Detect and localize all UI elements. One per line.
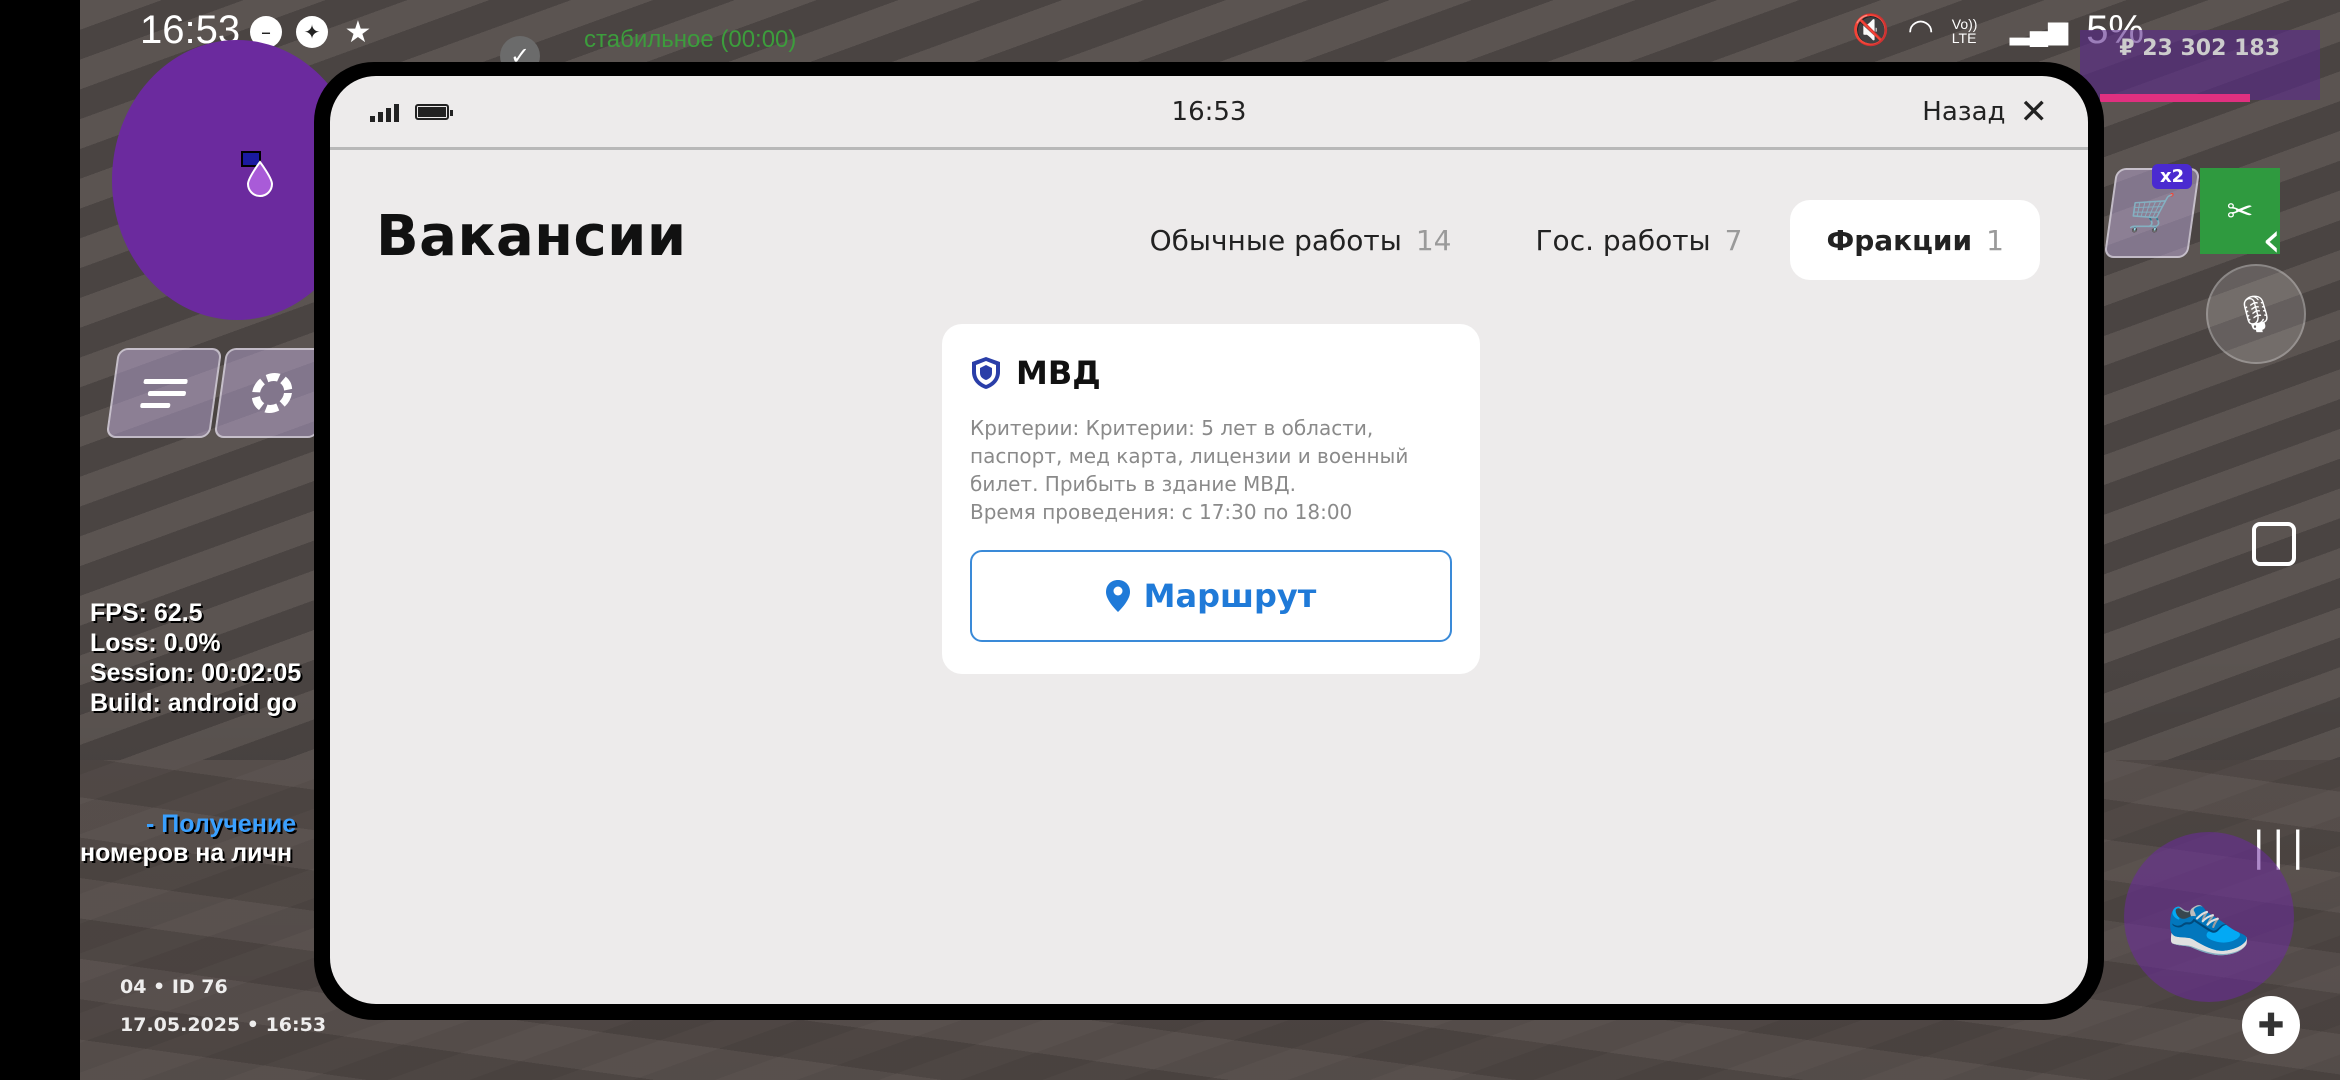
home-nav-button[interactable] bbox=[2252, 522, 2296, 566]
tab-label: Фракции bbox=[1826, 223, 1973, 257]
tab-gov-jobs[interactable]: Гос. работы 7 bbox=[1499, 200, 1778, 280]
tab-label: Обычные работы bbox=[1149, 223, 1402, 257]
build-readout: Build: android go bbox=[90, 689, 297, 717]
cell-signal-icon: ▂▄▆ bbox=[2009, 15, 2069, 45]
tab-count: 1 bbox=[1986, 223, 2004, 257]
game-launcher-icon: ✦ bbox=[296, 16, 328, 48]
card-schedule: Время проведения: с 17:30 по 18:00 bbox=[970, 500, 1353, 524]
tab-count: 14 bbox=[1415, 223, 1452, 257]
tab-label: Гос. работы bbox=[1535, 223, 1711, 257]
voice-button[interactable]: 🎙 bbox=[2206, 264, 2306, 364]
vacancy-card: МВД Критерии: Критерии: 5 лет в области,… bbox=[942, 324, 1480, 674]
fps-readout: FPS: 62.5 bbox=[90, 599, 203, 627]
tab-regular-jobs[interactable]: Обычные работы 14 bbox=[1114, 200, 1488, 280]
lte-label: Vo)) LTE bbox=[1951, 15, 1978, 46]
sprint-button[interactable]: 👟 bbox=[2124, 832, 2294, 1002]
rifle-icon: ✂ bbox=[2226, 192, 2254, 230]
session-readout: Session: 00:02:05 bbox=[90, 659, 302, 687]
notice-line-2: номеров на личн bbox=[80, 839, 293, 867]
card-criteria: Критерии: Критерии: 5 лет в области, пас… bbox=[970, 416, 1409, 496]
signal-icon bbox=[370, 102, 399, 122]
server-id: 04 • ID 76 bbox=[120, 976, 228, 998]
sneaker-icon: 👟 bbox=[2165, 875, 2253, 958]
notification-icons: – ✦ ★ bbox=[250, 14, 374, 50]
loss-readout: Loss: 0.0% bbox=[90, 629, 221, 657]
card-title: МВД bbox=[1016, 354, 1101, 392]
phone-status-bar: 16:53 Назад ✕ bbox=[330, 76, 2088, 150]
vacancy-tabs: Обычные работы 14 Гос. работы 7 Фракции … bbox=[1114, 200, 2040, 280]
money-display: ₽ 23 302 183 bbox=[2080, 30, 2320, 100]
debug-stats: FPS: 62.5 Loss: 0.0% Session: 00:02:05 B… bbox=[90, 598, 301, 718]
phone-screen: 16:53 Назад ✕ Вакансии Обычные работы 14… bbox=[330, 76, 2088, 1004]
connection-status: стабильное (00:00) bbox=[584, 26, 797, 53]
health-bar bbox=[2100, 94, 2250, 102]
close-icon: ✕ bbox=[2019, 91, 2049, 132]
phone-frame: 16:53 Назад ✕ Вакансии Обычные работы 14… bbox=[314, 62, 2104, 1020]
shield-icon bbox=[972, 357, 1000, 389]
back-button[interactable]: Назад ✕ bbox=[1922, 95, 2048, 129]
gamepad-icon: ✚ bbox=[2257, 1006, 2285, 1044]
wifi-icon: ◠ bbox=[1907, 14, 1934, 47]
gamepad-button[interactable]: ✚ bbox=[2242, 996, 2300, 1054]
page-title: Вакансии bbox=[376, 204, 687, 269]
battery-icon bbox=[415, 103, 453, 120]
star-icon: ★ bbox=[344, 14, 372, 50]
water-drop-icon bbox=[241, 151, 274, 197]
x2-badge: x2 bbox=[2152, 164, 2193, 189]
card-description: Критерии: Критерии: 5 лет в области, пас… bbox=[970, 414, 1452, 526]
game-datetime: 17.05.2025 • 16:53 bbox=[120, 1014, 327, 1036]
location-pin-icon bbox=[1105, 580, 1130, 612]
cart-icon: 🛒 bbox=[2126, 193, 2178, 234]
menu-button[interactable] bbox=[105, 348, 223, 438]
phone-status-left bbox=[370, 102, 453, 122]
mute-icon: 🔇 bbox=[1852, 14, 1890, 47]
lifebuoy-icon bbox=[251, 373, 293, 413]
lifebuoy-button[interactable] bbox=[213, 348, 331, 438]
chat-notice: - Получение номеров на личн bbox=[80, 810, 296, 868]
tab-count: 7 bbox=[1724, 223, 1743, 257]
phone-clock: 16:53 bbox=[1171, 96, 1247, 127]
microphone-icon: 🎙 bbox=[2233, 294, 2279, 335]
chevron-left-icon[interactable]: ‹ bbox=[2262, 212, 2281, 268]
route-button[interactable]: Маршрут bbox=[970, 550, 1452, 642]
notice-line-1: - Получение bbox=[146, 810, 297, 838]
card-header: МВД bbox=[970, 354, 1452, 392]
back-label: Назад bbox=[1922, 96, 2006, 127]
tab-factions[interactable]: Фракции 1 bbox=[1790, 200, 2040, 280]
route-label: Маршрут bbox=[1143, 577, 1317, 615]
menu-lines-icon bbox=[140, 379, 188, 408]
